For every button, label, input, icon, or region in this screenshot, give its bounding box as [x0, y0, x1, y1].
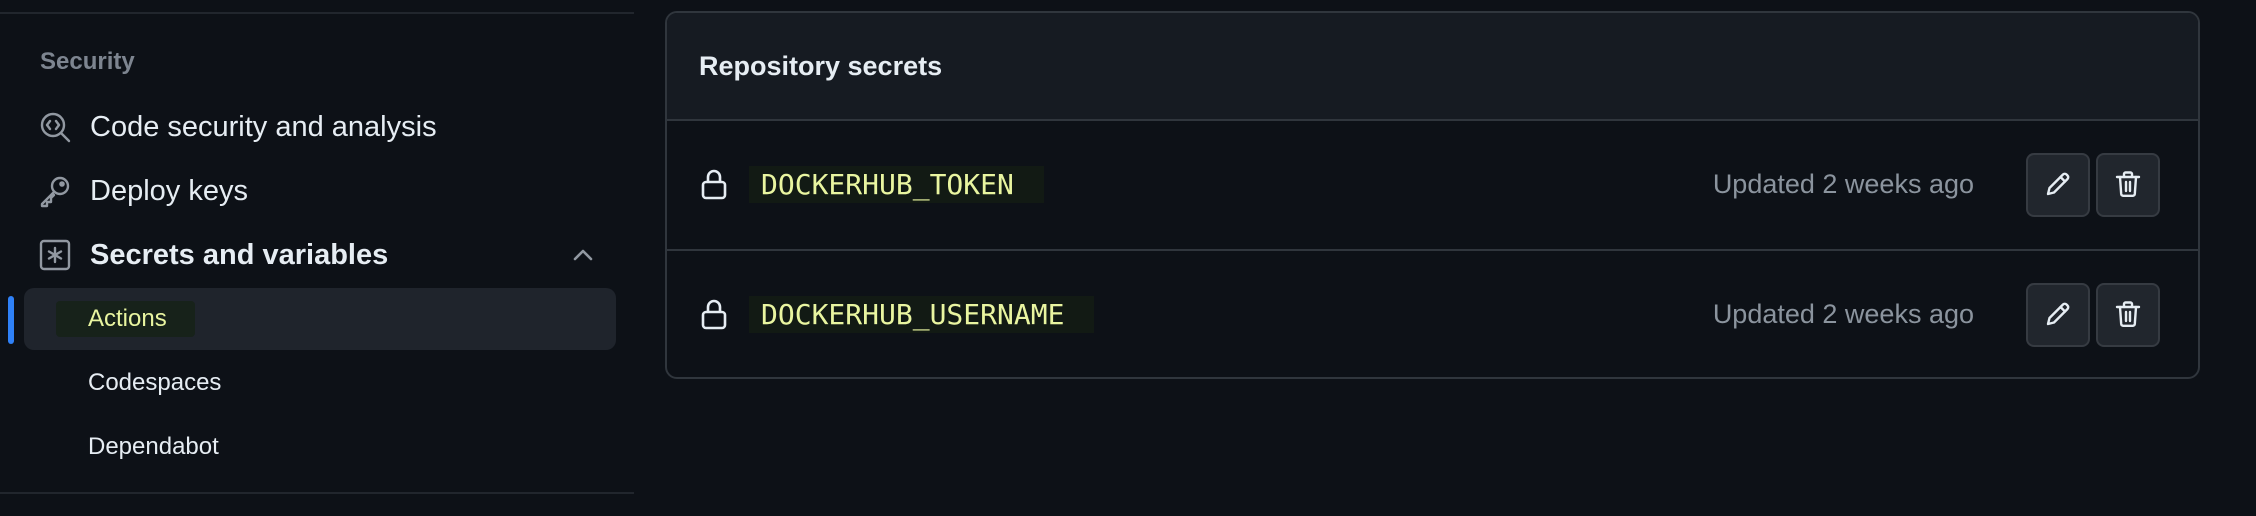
sidebar-divider-bottom — [0, 492, 634, 494]
secret-updated-time: Updated 2 weeks ago — [1712, 299, 1974, 329]
repository-secrets-panel: Repository secrets DOCKERHUB_TOKEN Updat… — [665, 11, 2200, 379]
settings-sidebar: Security Code security and analysis Depl… — [0, 0, 634, 516]
sidebar-divider-top — [0, 12, 634, 14]
edit-secret-button[interactable] — [2026, 283, 2090, 347]
pencil-icon — [2043, 299, 2073, 332]
sidebar-subitem-label: Actions — [56, 301, 195, 337]
codescan-icon — [38, 110, 72, 144]
secret-updated-time: Updated 2 weeks ago — [1712, 169, 1974, 199]
trash-icon — [2113, 299, 2143, 332]
lock-icon — [699, 298, 729, 330]
chevron-up-icon[interactable] — [568, 240, 598, 270]
lock-icon — [699, 168, 729, 200]
sidebar-item-label: Secrets and variables — [90, 238, 389, 271]
sidebar-item-secrets-and-variables[interactable]: Secrets and variables — [22, 225, 616, 285]
secret-row: DOCKERHUB_USERNAME Updated 2 weeks ago — [667, 249, 2198, 377]
pencil-icon — [2043, 169, 2073, 202]
sidebar-item-label: Code security and analysis — [90, 110, 437, 143]
sidebar-subitem-label: Dependabot — [88, 433, 219, 460]
sidebar-section-heading: Security — [40, 48, 135, 75]
delete-secret-button[interactable] — [2096, 283, 2160, 347]
trash-icon — [2113, 169, 2143, 202]
settings-page: Security Code security and analysis Depl… — [0, 0, 2256, 516]
secret-row: DOCKERHUB_TOKEN Updated 2 weeks ago — [667, 121, 2198, 249]
key-icon — [38, 174, 72, 208]
secret-name: DOCKERHUB_USERNAME — [749, 296, 1095, 333]
sidebar-item-deploy-keys[interactable]: Deploy keys — [22, 161, 616, 221]
panel-header: Repository secrets — [667, 13, 2198, 121]
sidebar-item-label: Deploy keys — [90, 174, 248, 207]
panel-title: Repository secrets — [699, 50, 943, 81]
sidebar-subitem-actions[interactable]: Actions — [24, 288, 616, 350]
secret-name: DOCKERHUB_TOKEN — [749, 166, 1044, 203]
sidebar-subitem-label: Codespaces — [88, 369, 222, 396]
edit-secret-button[interactable] — [2026, 153, 2090, 217]
sidebar-subitem-dependabot[interactable]: Dependabot — [24, 416, 616, 478]
sidebar-subitem-codespaces[interactable]: Codespaces — [24, 352, 616, 414]
sidebar-item-code-security[interactable]: Code security and analysis — [22, 97, 616, 157]
active-item-indicator — [8, 296, 14, 344]
asterisk-square-icon — [38, 238, 72, 272]
delete-secret-button[interactable] — [2096, 153, 2160, 217]
